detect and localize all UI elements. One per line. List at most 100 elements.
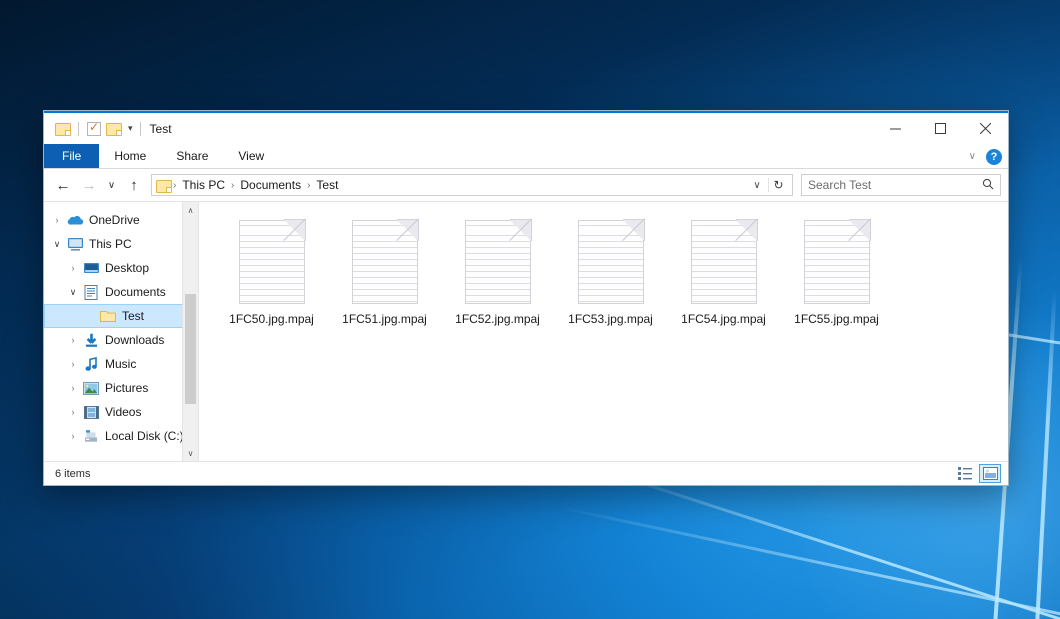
documents-icon [82, 284, 100, 300]
tab-home[interactable]: Home [99, 144, 161, 168]
recent-locations-button[interactable]: ∨ [103, 173, 120, 197]
breadcrumb-separator: › [231, 180, 234, 191]
ribbon-right-controls: ∨ ? [969, 144, 1002, 169]
file-item[interactable]: 1FC54.jpg.mpaj [667, 216, 780, 326]
generic-file-icon [804, 220, 870, 304]
generic-file-icon [239, 220, 305, 304]
desktop-icon [82, 260, 100, 276]
sidebar-scrollbar[interactable]: ∧ ∨ [182, 202, 198, 461]
file-name-label: 1FC53.jpg.mpaj [568, 312, 653, 326]
refresh-icon[interactable]: ↻ [768, 178, 788, 192]
breadcrumb-this-pc[interactable]: This PC [178, 178, 229, 192]
file-item[interactable]: 1FC55.jpg.mpaj [780, 216, 893, 326]
breadcrumb-separator: › [173, 180, 176, 191]
search-input[interactable]: Search Test [808, 178, 871, 192]
sidebar-item-label: Downloads [105, 333, 164, 347]
quick-access-toolbar: ▾ [44, 122, 135, 136]
sidebar-item-documents[interactable]: ∨ Documents [44, 280, 198, 304]
title-bar: ▾ Test [44, 111, 1008, 144]
large-icons-view-button[interactable] [979, 464, 1001, 483]
desktop-background: ▾ Test File Home Share View ∨ [0, 0, 1060, 619]
file-name-label: 1FC51.jpg.mpaj [342, 312, 427, 326]
address-bar[interactable]: › This PC › Documents › Test ∨ ↻ [151, 174, 793, 196]
sidebar-item-onedrive[interactable]: › OneDrive [44, 208, 198, 232]
sidebar-item-local-disk-c[interactable]: › Local Disk (C:) [44, 424, 198, 448]
sidebar-item-label: OneDrive [89, 213, 140, 227]
sidebar-item-label: Pictures [105, 381, 148, 395]
sidebar-item-desktop[interactable]: › Desktop [44, 256, 198, 280]
chevron-right-icon[interactable]: › [64, 407, 82, 417]
back-button[interactable]: ← [51, 173, 75, 197]
generic-file-icon [578, 220, 644, 304]
chevron-right-icon[interactable]: › [64, 383, 82, 393]
help-icon[interactable]: ? [986, 149, 1002, 165]
chevron-down-icon[interactable]: ∨ [48, 239, 66, 250]
chevron-down-icon[interactable]: ∨ [64, 287, 82, 298]
scroll-up-icon[interactable]: ∧ [183, 202, 198, 218]
address-dropdown-icon[interactable]: ∨ [748, 180, 766, 191]
ribbon-tabs: File Home Share View ∨ ? [44, 144, 1008, 169]
sidebar-item-label: Desktop [105, 261, 149, 275]
sidebar-item-pictures[interactable]: › Pictures [44, 376, 198, 400]
chevron-down-icon[interactable]: ∨ [969, 151, 976, 162]
tab-share[interactable]: Share [161, 144, 223, 168]
sidebar-item-test[interactable]: Test [44, 304, 198, 328]
search-box[interactable]: Search Test [801, 174, 1001, 196]
file-name-label: 1FC54.jpg.mpaj [681, 312, 766, 326]
file-item[interactable]: 1FC50.jpg.mpaj [215, 216, 328, 326]
maximize-button[interactable] [918, 113, 963, 144]
search-icon[interactable] [982, 178, 994, 193]
sidebar-item-label: Test [122, 309, 144, 323]
scrollbar-thumb[interactable] [185, 294, 196, 404]
up-button[interactable]: ↑ [122, 173, 146, 197]
tab-file[interactable]: File [44, 144, 99, 168]
videos-icon [82, 404, 100, 420]
file-item[interactable]: 1FC53.jpg.mpaj [554, 216, 667, 326]
chevron-right-icon[interactable]: › [64, 335, 82, 345]
file-explorer-window: ▾ Test File Home Share View ∨ [43, 110, 1009, 486]
scroll-down-icon[interactable]: ∨ [183, 445, 198, 461]
music-icon [82, 356, 100, 372]
toolbar-divider [78, 122, 79, 136]
sidebar-item-this-pc[interactable]: ∨ This PC [44, 232, 198, 256]
file-name-label: 1FC50.jpg.mpaj [229, 312, 314, 326]
chevron-right-icon[interactable]: › [48, 215, 66, 225]
sidebar-item-label: Videos [105, 405, 141, 419]
close-button[interactable] [963, 113, 1008, 144]
sidebar-item-label: Local Disk (C:) [105, 429, 184, 443]
navigation-pane: › OneDrive ∨ This PC › Desktop ∨ Documents Test ›… [44, 202, 199, 461]
chevron-right-icon[interactable]: › [64, 431, 82, 441]
pictures-icon [82, 380, 100, 396]
tab-view[interactable]: View [223, 144, 279, 168]
sidebar-item-music[interactable]: ›Music [44, 352, 198, 376]
generic-file-icon [465, 220, 531, 304]
sidebar-item-videos[interactable]: › Videos [44, 400, 198, 424]
chevron-down-icon[interactable]: ▾ [126, 123, 135, 134]
sidebar-item-label: Documents [105, 285, 166, 299]
file-grid: 1FC50.jpg.mpaj 1FC51.jpg.mpaj 1FC52.jpg.mp… [215, 216, 1008, 326]
this-pc-icon [66, 236, 84, 252]
folder-icon [99, 308, 117, 324]
file-name-label: 1FC55.jpg.mpaj [794, 312, 879, 326]
new-folder-icon[interactable] [106, 122, 121, 135]
file-item[interactable]: 1FC51.jpg.mpaj [328, 216, 441, 326]
downloads-icon [82, 332, 100, 348]
folder-icon [156, 179, 171, 192]
navigation-list: › OneDrive ∨ This PC › Desktop ∨ Documents Test ›… [44, 208, 198, 448]
sidebar-item-label: This PC [89, 237, 132, 251]
view-buttons [954, 464, 1001, 483]
properties-icon[interactable] [87, 122, 101, 136]
details-view-button[interactable] [954, 464, 976, 483]
chevron-right-icon[interactable]: › [64, 263, 82, 273]
chevron-right-icon[interactable]: › [64, 359, 82, 369]
file-item[interactable]: 1FC52.jpg.mpaj [441, 216, 554, 326]
item-count-label: 6 items [55, 468, 90, 480]
explorer-body: › OneDrive ∨ This PC › Desktop ∨ Documents Test ›… [44, 201, 1008, 461]
minimize-button[interactable] [873, 113, 918, 144]
breadcrumb-documents[interactable]: Documents [236, 178, 305, 192]
breadcrumb-test[interactable]: Test [312, 178, 342, 192]
folder-icon[interactable] [55, 122, 70, 135]
sidebar-item-downloads[interactable]: › Downloads [44, 328, 198, 352]
forward-button[interactable]: → [77, 173, 101, 197]
file-list-pane[interactable]: 1FC50.jpg.mpaj 1FC51.jpg.mpaj 1FC52.jpg.mp… [199, 202, 1008, 461]
